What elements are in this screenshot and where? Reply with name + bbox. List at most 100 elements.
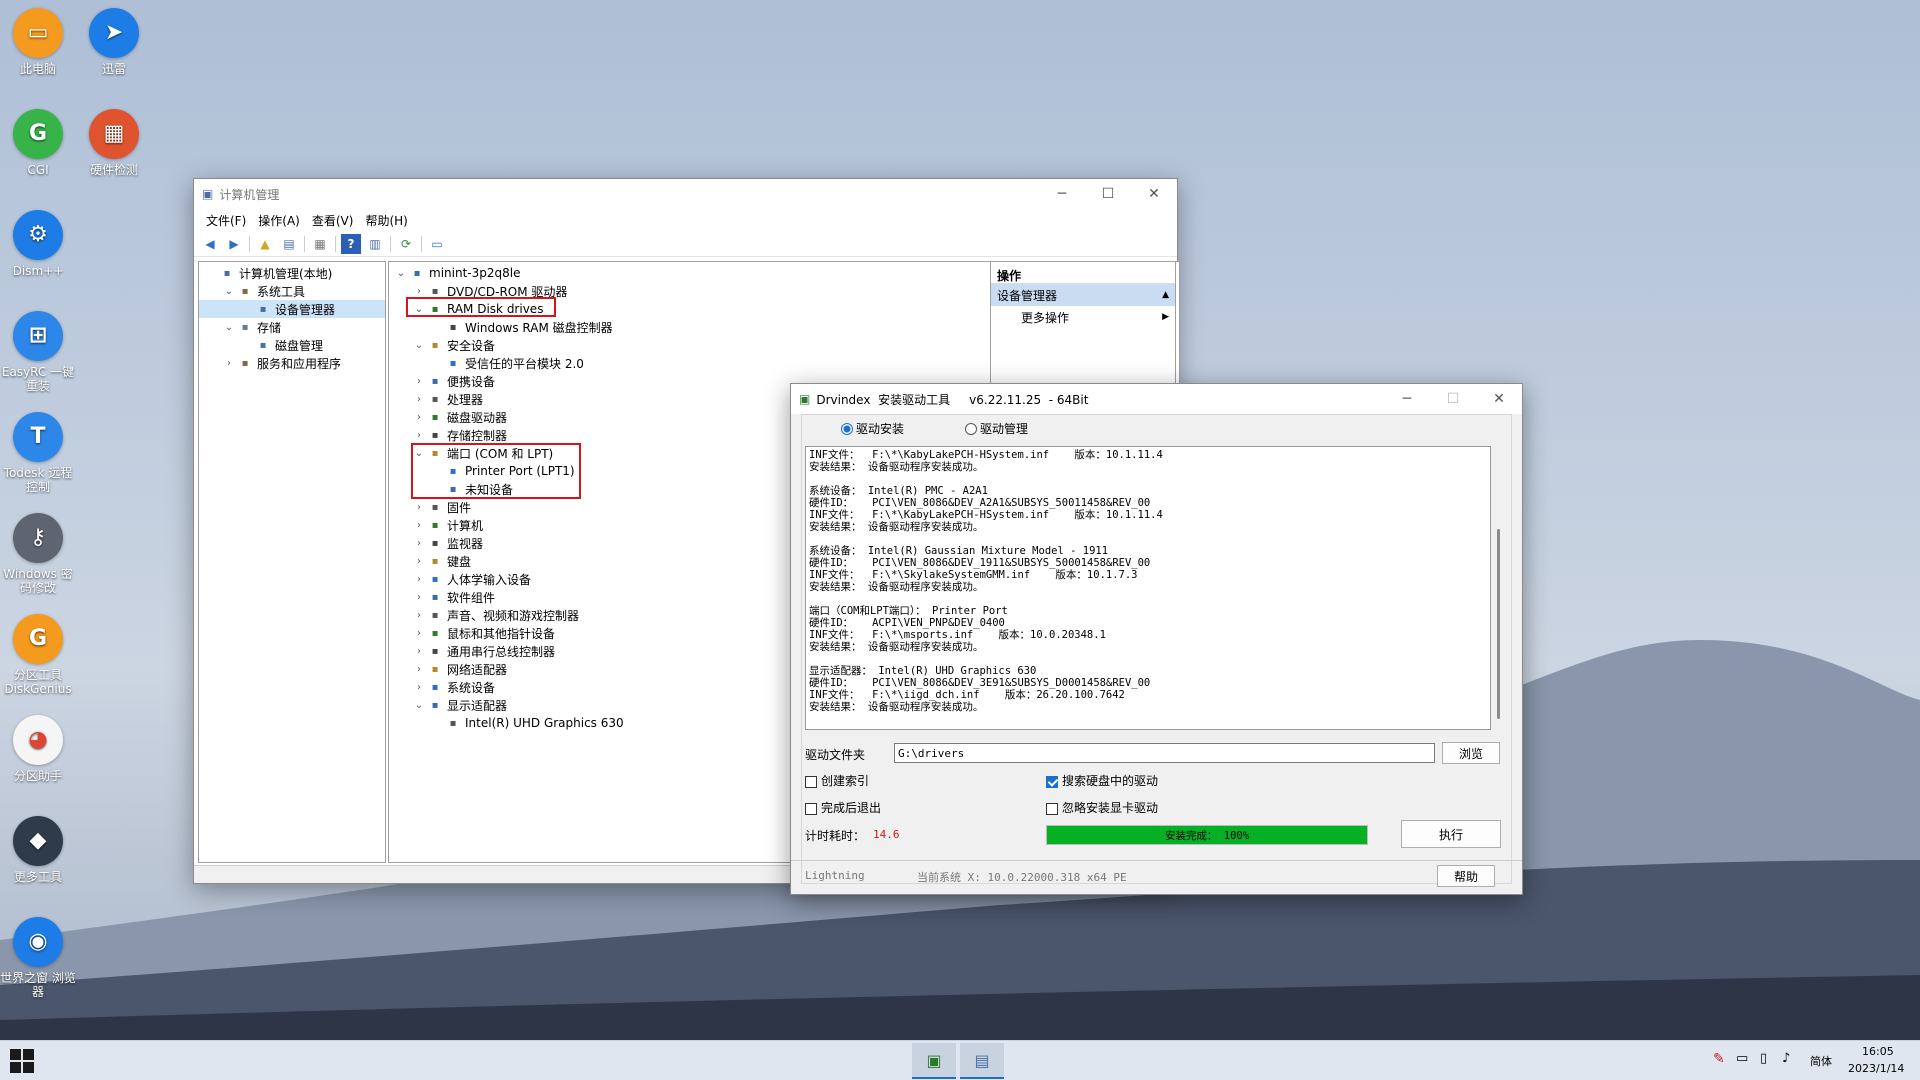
app-icon[interactable]: ◉ — [13, 917, 63, 967]
desktop-icon[interactable]: ◕ 分区助手 — [0, 715, 76, 783]
checkbox-index[interactable] — [805, 775, 817, 788]
driver-folder-input[interactable] — [894, 743, 1435, 763]
collapsed-chevron-icon[interactable]: › — [411, 502, 427, 513]
up-folder-icon[interactable]: ▲ — [255, 234, 275, 254]
close-button[interactable]: ✕ — [1131, 179, 1177, 209]
desktop-icon[interactable]: ▭ 此电脑 — [0, 8, 76, 76]
app-icon[interactable]: ⚙ — [13, 210, 63, 260]
collapsed-chevron-icon[interactable]: › — [411, 574, 427, 585]
actions-section[interactable]: 设备管理器 ▲ — [991, 284, 1175, 306]
checkbox-exit[interactable] — [805, 802, 817, 815]
tree-item[interactable]: › ▪ 服务和应用程序 — [199, 354, 385, 372]
desktop-icon[interactable]: ➤ 迅雷 — [76, 8, 152, 76]
radio-unselected-icon[interactable] — [965, 422, 977, 435]
desktop-icon[interactable]: ▦ 硬件检测 — [76, 109, 152, 177]
tray-time[interactable]: 16:05 — [1862, 1045, 1894, 1058]
expanded-chevron-icon[interactable]: ⌄ — [221, 286, 237, 297]
app-icon[interactable]: ⊞ — [13, 311, 63, 361]
app-icon[interactable]: ◆ — [13, 816, 63, 866]
collapsed-chevron-icon[interactable]: › — [411, 286, 427, 297]
expanded-chevron-icon[interactable]: ⌄ — [411, 448, 427, 459]
tray-usb-icon[interactable]: ▯ — [1760, 1051, 1767, 1066]
tree-item[interactable]: ⌄ ▪ 存储 — [199, 318, 385, 336]
desktop-icon[interactable]: ⊞ EasyRC 一键重装 — [0, 311, 76, 393]
collapsed-chevron-icon[interactable]: › — [221, 358, 237, 369]
collapsed-chevron-icon[interactable]: › — [411, 646, 427, 657]
collapsed-chevron-icon[interactable]: › — [411, 682, 427, 693]
app-icon[interactable]: G — [13, 614, 63, 664]
collapsed-chevron-icon[interactable]: › — [411, 376, 427, 387]
view-icon[interactable]: ▥ — [365, 234, 385, 254]
tree-item[interactable]: ▪ 设备管理器 — [199, 300, 385, 318]
log-scrollbar[interactable] — [1497, 529, 1500, 719]
drv-maximize-button[interactable]: ☐ — [1430, 384, 1476, 414]
collapsed-chevron-icon[interactable]: › — [411, 628, 427, 639]
collapsed-chevron-icon[interactable]: › — [411, 430, 427, 441]
checkbox-search[interactable] — [1046, 775, 1058, 788]
expanded-chevron-icon[interactable]: ⌄ — [221, 322, 237, 333]
run-button[interactable]: 执行 — [1401, 820, 1501, 848]
collapsed-chevron-icon[interactable]: › — [411, 556, 427, 567]
app-icon[interactable]: G — [13, 109, 63, 159]
menu-view[interactable]: 查看(V) — [306, 212, 360, 229]
mode-manage[interactable]: 驱动管理 — [965, 420, 1028, 437]
app-icon[interactable]: ➤ — [89, 8, 139, 58]
expanded-chevron-icon[interactable]: ⌄ — [393, 268, 409, 279]
browse-button[interactable]: 浏览 — [1442, 742, 1500, 764]
tree-item[interactable]: ⌄ ▪ 系统工具 — [199, 282, 385, 300]
drv-minimize-button[interactable]: ─ — [1384, 384, 1430, 414]
app-icon[interactable]: ⚷ — [13, 513, 63, 563]
desktop-icon[interactable]: ⚷ Windows 密码修改 — [0, 513, 76, 595]
tree-item[interactable]: ▪ 计算机管理(本地) — [199, 264, 385, 282]
app-icon[interactable]: ◕ — [13, 715, 63, 765]
tray-volume-icon[interactable]: ♪ — [1782, 1051, 1790, 1066]
opt-create-index[interactable]: 创建索引 — [805, 772, 869, 789]
taskbar-app-computer-management[interactable]: ▤ — [960, 1043, 1004, 1079]
forward-arrow-icon[interactable]: ▶ — [224, 234, 244, 254]
minimize-button[interactable]: ─ — [1039, 179, 1085, 209]
properties-icon[interactable]: ▦ — [310, 234, 330, 254]
checkbox-ignore[interactable] — [1046, 802, 1058, 815]
radio-selected-icon[interactable] — [841, 422, 853, 435]
collapse-icon[interactable]: ▲ — [1162, 290, 1169, 300]
maximize-button[interactable]: ☐ — [1085, 179, 1131, 209]
desktop-icon[interactable]: G 分区工具 DiskGenius — [0, 614, 76, 696]
expanded-chevron-icon[interactable]: ⌄ — [411, 340, 427, 351]
app-icon[interactable]: ▦ — [89, 109, 139, 159]
monitor-icon[interactable]: ▭ — [427, 234, 447, 254]
expanded-chevron-icon[interactable]: ⌄ — [411, 700, 427, 711]
desktop-icon[interactable]: ◉ 世界之窗 浏览器 — [0, 917, 76, 999]
tree-item[interactable]: ▪ 磁盘管理 — [199, 336, 385, 354]
collapsed-chevron-icon[interactable]: › — [411, 520, 427, 531]
tray-date[interactable]: 2023/1/14 — [1848, 1062, 1904, 1075]
start-button[interactable] — [10, 1049, 34, 1073]
tray-pen-icon[interactable]: ✎ — [1713, 1051, 1725, 1067]
install-log[interactable]: INF文件： F:\*\KabyLakePCH-HSystem.inf 版本：1… — [805, 446, 1491, 730]
scan-hardware-icon[interactable]: ⟳ — [396, 234, 416, 254]
app-icon[interactable]: ▭ — [13, 8, 63, 58]
menu-help[interactable]: 帮助(H) — [359, 212, 413, 229]
desktop-icon[interactable]: ⚙ Dism++ — [0, 210, 76, 278]
app-icon[interactable]: T — [13, 412, 63, 462]
more-actions[interactable]: 更多操作 ▶ — [991, 306, 1175, 328]
menu-action[interactable]: 操作(A) — [252, 212, 306, 229]
desktop-icon[interactable]: G CGI — [0, 109, 76, 177]
drv-close-button[interactable]: ✕ — [1476, 384, 1522, 414]
collapsed-chevron-icon[interactable]: › — [411, 610, 427, 621]
collapsed-chevron-icon[interactable]: › — [411, 592, 427, 603]
help-icon[interactable]: ? — [341, 233, 361, 254]
expanded-chevron-icon[interactable]: ⌄ — [411, 304, 427, 315]
show-hide-tree-icon[interactable]: ▤ — [279, 234, 299, 254]
help-button[interactable]: 帮助 — [1437, 865, 1495, 887]
desktop-icon[interactable]: T Todesk 远程控制 — [0, 412, 76, 494]
mode-install[interactable]: 驱动安装 — [841, 420, 904, 437]
menu-file[interactable]: 文件(F) — [200, 212, 252, 229]
opt-exit-after[interactable]: 完成后退出 — [805, 799, 881, 816]
collapsed-chevron-icon[interactable]: › — [411, 394, 427, 405]
tray-network-icon[interactable]: ▭ — [1736, 1051, 1748, 1066]
opt-search-disk[interactable]: 搜索硬盘中的驱动 — [1046, 772, 1158, 789]
collapsed-chevron-icon[interactable]: › — [411, 664, 427, 675]
collapsed-chevron-icon[interactable]: › — [411, 538, 427, 549]
opt-ignore-gpu[interactable]: 忽略安装显卡驱动 — [1046, 799, 1158, 816]
collapsed-chevron-icon[interactable]: › — [411, 412, 427, 423]
